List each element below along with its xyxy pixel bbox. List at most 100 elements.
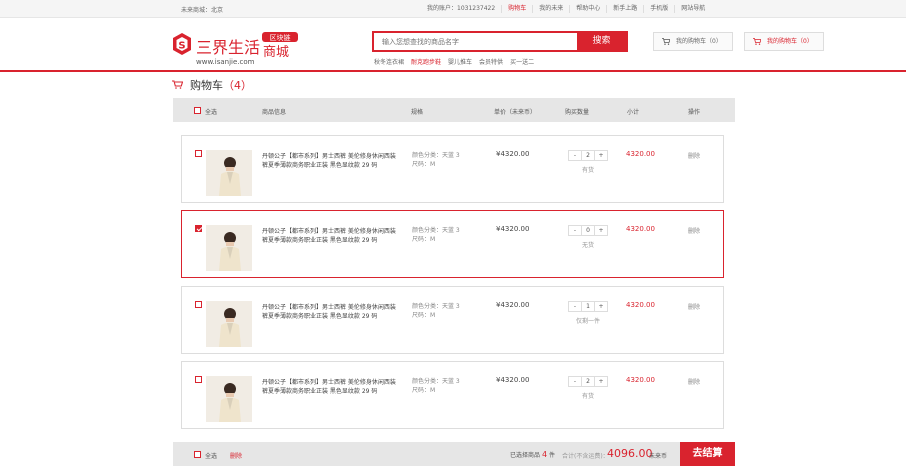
product-title[interactable]: 丹顿公子【都市系列】男士西裤 美伦修身休闲西装裤夏季薄款商务职业正装 黑色显纹款… [262,152,400,170]
cart-footer: 全选 删除 已选择商品 4 件 合计(不含运费)： 4096.00 未来币 去结… [173,442,735,466]
my-cart-button-2[interactable]: 我的购物车（0） [744,32,824,51]
quantity-input[interactable]: 2 [581,377,595,386]
product-title[interactable]: 丹顿公子【都市系列】男士西裤 美伦修身休闲西装裤夏季薄款商务职业正装 黑色显纹款… [262,378,400,396]
increase-button[interactable]: + [595,151,607,160]
logo-graphic: S 三界生活 区块链 商城 www.isanjie.com [173,32,298,66]
cart-item: 丹顿公子【都市系列】男士西裤 美伦修身休闲西装裤夏季薄款商务职业正装 黑色显纹款… [181,210,724,278]
hotword[interactable]: 婴儿推车 [448,57,472,66]
item-checkbox[interactable] [195,225,202,232]
select-all-checkbox[interactable] [194,107,201,114]
delete-item-link[interactable]: 删除 [688,302,700,311]
item-checkbox[interactable] [195,150,202,157]
hotword[interactable]: 耐克跑步鞋 [411,57,441,66]
top-link-account[interactable]: 我的账户：1031237422 [421,5,503,13]
site-header: S 三界生活 区块链 商城 www.isanjie.com 搜索 秋冬连衣裙 耐… [0,18,906,72]
unit-price: ¥4320.00 [496,150,530,158]
product-spec: 颜色分类：天蓝 3 尺码：M [412,303,460,319]
col-header-spec: 规格 [411,109,424,116]
delete-selected-link[interactable]: 删除 [230,451,242,460]
cart-item: 丹顿公子【都市系列】男士西裤 美伦修身休闲西装裤夏季薄款商务职业正装 黑色显纹款… [181,135,724,203]
product-spec: 颜色分类：天蓝 3 尺码：M [412,227,460,243]
svg-text:区块链: 区块链 [270,33,291,42]
total-label: 合计(不含运费)： [562,453,609,460]
product-title[interactable]: 丹顿公子【都市系列】男士西裤 美伦修身休闲西装裤夏季薄款商务职业正装 黑色显纹款… [262,227,400,245]
col-header-action: 操作 [688,109,701,116]
increase-button[interactable]: + [595,302,607,311]
my-cart-button[interactable]: 我的购物车（0） [653,32,733,51]
product-image [206,376,252,422]
decrease-button[interactable]: - [569,302,581,311]
product-image [206,301,252,347]
quantity-input[interactable]: 0 [581,226,595,235]
product-image [206,150,252,196]
increase-button[interactable]: + [595,226,607,235]
top-links: 我的账户：1031237422 购物车 我的未来 帮助中心 新手上路 手机版 网… [421,5,711,13]
quantity-stepper: -2 + [568,150,608,161]
site-logo[interactable]: S 三界生活 区块链 商城 www.isanjie.com [172,30,307,66]
search-input[interactable] [374,33,578,50]
item-checkbox[interactable] [195,376,202,383]
cart-table-header: 全选 商品信息 规格 单价（未来币） 购买数量 小计 操作 [173,98,735,122]
top-link-sitemap[interactable]: 网站导航 [675,5,711,13]
stock-status: 有货 [581,393,594,400]
decrease-button[interactable]: - [569,151,581,160]
hot-keywords: 秋冬连衣裙 耐克跑步鞋 婴儿推车 会员特供 买一送二 [374,57,534,66]
checkout-button[interactable]: 去结算 [680,442,735,466]
unit-price: ¥4320.00 [496,376,530,384]
delete-item-link[interactable]: 删除 [688,151,700,160]
select-all-label: 全选 [205,109,218,116]
svg-text:三界生活: 三界生活 [196,38,260,57]
hotword[interactable]: 买一送二 [510,57,534,66]
col-header-qty: 购买数量 [565,109,590,116]
item-subtotal: 4320.00 [626,376,655,384]
svg-text:商城: 商城 [263,45,289,60]
my-cart-label: 我的购物车（0） [767,38,813,45]
product-title[interactable]: 丹顿公子【都市系列】男士西裤 美伦修身休闲西装裤夏季薄款商务职业正装 黑色显纹款… [262,303,400,321]
col-header-info: 商品信息 [262,109,287,116]
hotword[interactable]: 秋冬连衣裙 [374,57,404,66]
product-spec: 颜色分类：天蓝 3 尺码：M [412,378,460,394]
product-image [206,225,252,271]
hotword[interactable]: 会员特供 [479,57,503,66]
unit-price: ¥4320.00 [496,225,530,233]
my-cart-label: 我的购物车（0） [676,38,722,45]
item-subtotal: 4320.00 [626,301,655,309]
selected-count: 已选择商品 4 件 [510,450,555,459]
decrease-button[interactable]: - [569,377,581,386]
product-thumbnail[interactable] [206,376,252,422]
item-checkbox[interactable] [195,301,202,308]
product-thumbnail[interactable] [206,301,252,347]
decrease-button[interactable]: - [569,226,581,235]
search-box: 搜索 [372,31,628,52]
cart-item: 丹顿公子【都市系列】男士西裤 美伦修身休闲西装裤夏季薄款商务职业正装 黑色显纹款… [181,361,724,429]
product-thumbnail[interactable] [206,225,252,271]
product-thumbnail[interactable] [206,150,252,196]
quantity-input[interactable]: 1 [581,302,595,311]
quantity-stepper: -1 + [568,301,608,312]
cart-item: 丹顿公子【都市系列】男士西裤 美伦修身休闲西装裤夏季薄款商务职业正装 黑色显纹款… [181,286,724,354]
increase-button[interactable]: + [595,377,607,386]
col-header-price: 单价（未来币） [494,109,537,116]
quantity-stepper: -2 + [568,376,608,387]
cart-item-list: 丹顿公子【都市系列】男士西裤 美伦修身休闲西装裤夏季薄款商务职业正装 黑色显纹款… [173,122,735,442]
quantity-input[interactable]: 2 [581,151,595,160]
top-link-mobile[interactable]: 手机版 [644,5,676,13]
cart-icon [662,38,670,45]
item-subtotal: 4320.00 [626,225,655,233]
stock-status: 仅剩一件 [575,318,600,325]
location-selector[interactable]: 未来商城：北京 [181,5,223,14]
search-button[interactable]: 搜索 [577,33,626,50]
quantity-stepper: -0 + [568,225,608,236]
top-link-newbie[interactable]: 新手上路 [607,5,645,13]
top-link-my-future[interactable]: 我的未来 [533,5,571,13]
footer-select-all-label: 全选 [205,453,218,460]
delete-item-link[interactable]: 删除 [688,377,700,386]
currency-unit: 未来币 [649,453,668,460]
stock-status: 无货 [581,242,594,249]
delete-item-link[interactable]: 删除 [688,226,700,235]
svg-text:S: S [178,41,185,52]
top-link-help[interactable]: 帮助中心 [570,5,608,13]
col-header-subtotal: 小计 [627,109,640,116]
footer-select-all-checkbox[interactable] [194,451,201,458]
top-link-cart[interactable]: 购物车 [502,5,534,13]
